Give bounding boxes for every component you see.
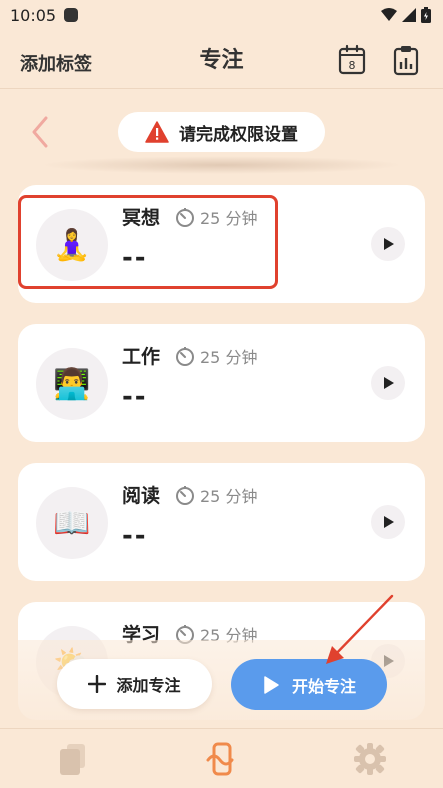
card-duration-text: 25 分钟 xyxy=(200,348,258,367)
page-title: 专注 xyxy=(199,48,244,73)
wifi-icon xyxy=(381,8,397,21)
cards-icon xyxy=(60,744,85,775)
tab-settings[interactable] xyxy=(352,741,388,777)
focus-card-work[interactable]: 👨‍💻 工作 25 分钟 -- xyxy=(18,324,425,442)
back-button[interactable] xyxy=(26,114,54,150)
tab-bar xyxy=(0,728,443,788)
card-title: 冥想 xyxy=(122,207,161,229)
calendar-button[interactable]: 8 xyxy=(337,44,367,76)
card-duration-text: 25 分钟 xyxy=(200,209,258,228)
card-title: 阅读 xyxy=(122,485,161,507)
permission-notice[interactable]: 请完成权限设置 xyxy=(118,112,325,152)
card-title: 工作 xyxy=(122,346,161,368)
header-divider xyxy=(0,88,443,89)
add-tag-button[interactable]: 添加标签 xyxy=(20,50,92,76)
battery-icon xyxy=(421,7,431,23)
card-value: -- xyxy=(122,382,148,412)
calendar-icon: 8 xyxy=(338,44,366,75)
plus-icon xyxy=(88,675,107,693)
start-focus-label: 开始专注 xyxy=(291,676,356,696)
play-icon xyxy=(264,675,279,694)
open-book-emoji-icon: 📖 xyxy=(36,487,108,559)
tab-focus[interactable] xyxy=(203,741,239,777)
status-left: 10:05 xyxy=(10,5,79,25)
play-button[interactable] xyxy=(371,227,405,261)
add-focus-button[interactable]: 添加专注 xyxy=(57,659,212,709)
start-focus-button[interactable]: 开始专注 xyxy=(231,659,387,710)
technologist-emoji-icon: 👨‍💻 xyxy=(36,348,108,420)
header: 添加标签 专注 8 xyxy=(0,32,443,88)
add-focus-label: 添加专注 xyxy=(116,676,181,695)
card-duration: 25 分钟 xyxy=(174,344,257,368)
notice-shadow xyxy=(40,156,403,174)
play-icon xyxy=(384,238,394,250)
status-bar: 10:05 xyxy=(0,0,443,30)
warning-icon xyxy=(145,121,169,143)
timer-icon xyxy=(176,347,194,366)
notice-text: 请完成权限设置 xyxy=(179,124,298,145)
timer-icon xyxy=(176,208,194,227)
focus-tab-icon xyxy=(206,742,234,776)
status-icons xyxy=(381,7,431,23)
stats-button[interactable] xyxy=(392,44,422,76)
status-time: 10:05 xyxy=(10,5,57,25)
timer-icon xyxy=(176,486,194,505)
focus-card-reading[interactable]: 📖 阅读 25 分钟 -- xyxy=(18,463,425,581)
card-duration-text: 25 分钟 xyxy=(200,487,258,506)
chevron-left-icon xyxy=(32,116,48,148)
play-button[interactable] xyxy=(371,366,405,400)
card-duration: 25 分钟 xyxy=(174,205,257,229)
calendar-day: 8 xyxy=(349,59,356,72)
card-value: -- xyxy=(122,521,148,551)
play-button[interactable] xyxy=(371,505,405,539)
clipboard-chart-icon xyxy=(393,46,419,76)
card-value: -- xyxy=(122,243,148,273)
notification-icon xyxy=(64,8,79,22)
gear-icon xyxy=(354,743,386,775)
card-duration: 25 分钟 xyxy=(174,483,257,507)
signal-icon xyxy=(402,8,416,22)
play-icon xyxy=(384,377,394,389)
focus-card-meditation[interactable]: 🧘‍♀️ 冥想 25 分钟 -- xyxy=(18,185,425,303)
play-icon xyxy=(384,516,394,528)
meditation-emoji-icon: 🧘‍♀️ xyxy=(36,209,108,281)
tab-cards[interactable] xyxy=(55,741,91,777)
